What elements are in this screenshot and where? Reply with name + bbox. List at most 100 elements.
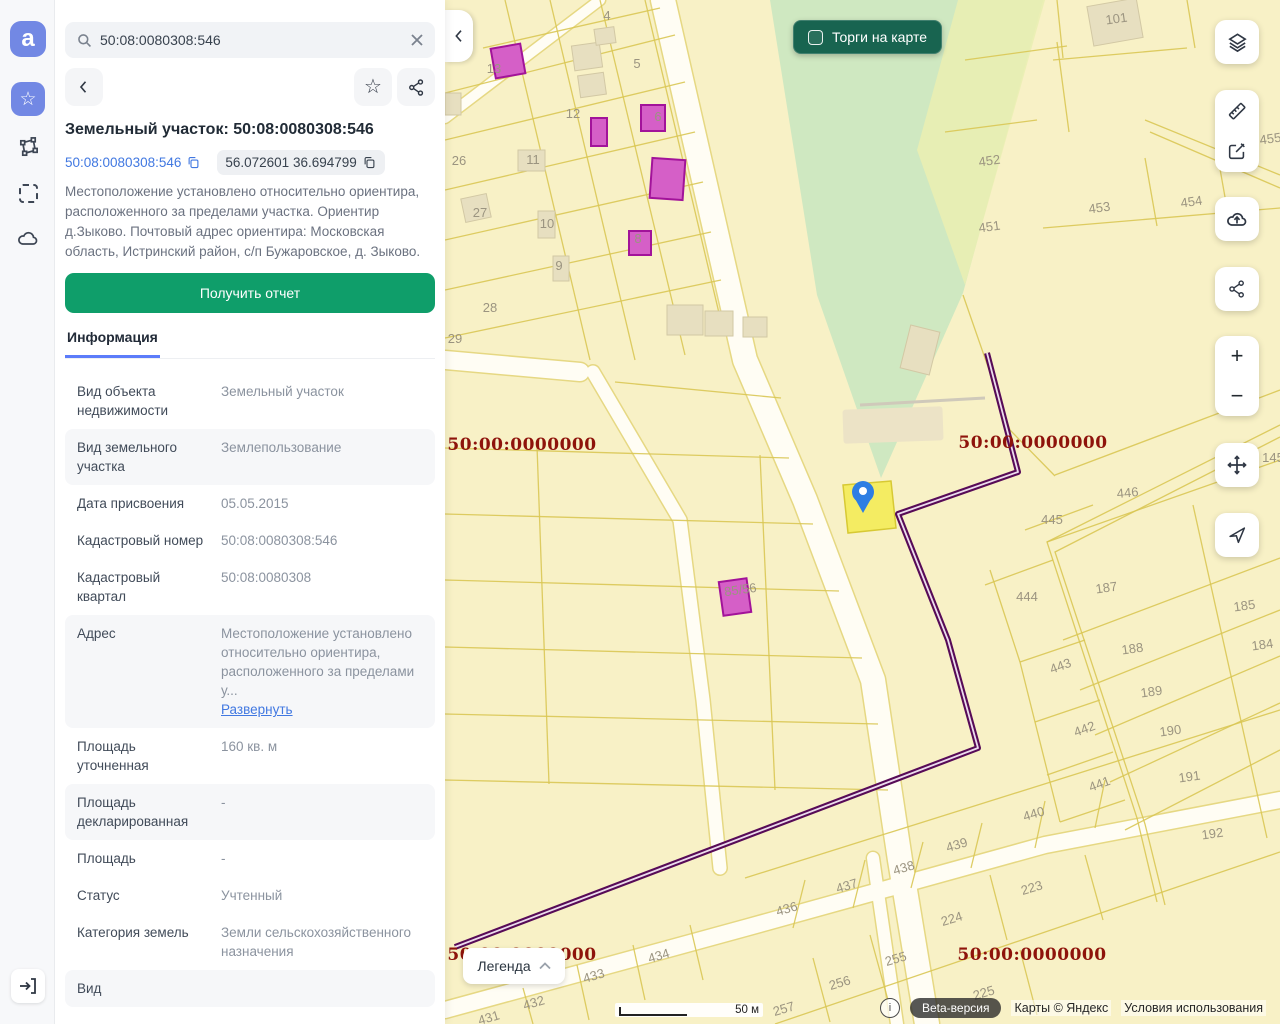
info-row: Площадь декларированная-: [65, 784, 435, 840]
info-label: Вид земельного участка: [77, 438, 209, 476]
copy-icon[interactable]: [362, 155, 377, 170]
expand-link[interactable]: Развернуть: [221, 702, 293, 717]
share-icon: [1227, 279, 1247, 299]
exit-button[interactable]: [11, 969, 45, 1003]
star-outline-icon: ☆: [364, 77, 382, 97]
sidebar-item-select-area[interactable]: [11, 176, 45, 210]
logo-glyph: a: [21, 27, 34, 51]
parcel-number: 101: [1105, 10, 1129, 28]
parcel-number: 191: [1178, 768, 1202, 786]
auctions-on-map-toggle[interactable]: Торги на карте: [793, 20, 942, 54]
sidebar-item-polygon-tool[interactable]: [11, 130, 45, 164]
info-value: Учтенный: [209, 886, 423, 905]
info-row: Дата присвоения05.05.2015: [65, 485, 435, 522]
info-table: Вид объекта недвижимостиЗемельный участо…: [65, 373, 435, 1007]
cadastral-number-chip[interactable]: 50:08:0080308:546: [65, 150, 209, 175]
pan-button[interactable]: [1215, 443, 1259, 487]
parcel-number: 192: [1201, 825, 1225, 843]
copyright-text: Карты © Яндекс: [1011, 1000, 1111, 1016]
parcel-number: 185: [1233, 597, 1257, 615]
parcel-number: 452: [978, 152, 1002, 170]
info-label: Кадастровый номер: [77, 531, 209, 550]
info-row: Кадастровый квартал50:08:0080308: [65, 559, 435, 615]
navigation-arrow-icon: [1226, 524, 1248, 546]
quarter-number-label: 50:00:0000000: [957, 945, 1106, 965]
app-logo[interactable]: a: [10, 21, 46, 57]
building: [667, 305, 703, 335]
chevron-up-icon: [539, 962, 551, 970]
info-value: Земли сельскохозяйственного назначения: [209, 923, 423, 961]
parcel-number: 446: [1116, 484, 1139, 501]
clear-search-icon[interactable]: [409, 32, 425, 48]
map-attribution: i Beta-версия Карты © Яндекс Условия исп…: [880, 998, 1266, 1018]
quarter-number-label: 50:00:0000000: [447, 435, 596, 455]
building-registered[interactable]: [591, 118, 607, 146]
edit-button[interactable]: [1215, 131, 1259, 171]
parcel-number: 188: [1121, 640, 1145, 658]
parcel-number: 190: [1159, 722, 1183, 740]
info-label: Статус: [77, 886, 209, 905]
parcel-number: 4: [603, 8, 610, 23]
info-label: Вид объекта недвижимости: [77, 382, 209, 420]
locate-button[interactable]: [1215, 513, 1259, 557]
zoom-in-button[interactable]: +: [1215, 336, 1259, 376]
share-button[interactable]: [397, 68, 435, 106]
auctions-checkbox[interactable]: [808, 30, 823, 45]
ruler-icon: [1226, 100, 1248, 122]
parcel-number: 10: [540, 216, 554, 231]
search-bar[interactable]: [65, 22, 435, 58]
object-description: Местоположение установлено относительно …: [65, 182, 435, 262]
parcel-number: 11: [526, 152, 540, 167]
map-scale: 50 м: [615, 1003, 763, 1017]
map-area[interactable]: 45131226112710928298685/5645245145345445…: [445, 0, 1280, 1024]
parcel-number: 145: [1262, 450, 1280, 465]
layers-button[interactable]: [1215, 20, 1259, 64]
sidebar-item-favorites[interactable]: ☆: [11, 82, 45, 116]
parcel-number: 184: [1251, 636, 1275, 654]
panel-header-row: ☆: [65, 68, 435, 106]
quarter-number-label: 50:00:0000000: [958, 433, 1107, 453]
favorite-button[interactable]: ☆: [354, 68, 392, 106]
info-row: Вид земельного участкаЗемлепользование: [65, 429, 435, 485]
upload-button[interactable]: [1215, 197, 1259, 241]
parcel-number: 27: [473, 205, 487, 220]
star-icon: ☆: [19, 88, 36, 111]
coordinates-chip[interactable]: 56.072601 36.694799: [217, 150, 384, 175]
ruler-button[interactable]: [1215, 91, 1259, 131]
building-registered[interactable]: [650, 158, 686, 200]
road: [445, 360, 580, 372]
share-icon: [407, 78, 426, 97]
map-canvas[interactable]: 45131226112710928298685/5645245145345445…: [445, 0, 1280, 1024]
scale-label: 50 м: [687, 1005, 759, 1016]
info-value: Земельный участок: [209, 382, 423, 420]
page-title: Земельный участок: 50:08:0080308:546: [65, 121, 435, 139]
building: [578, 72, 607, 97]
info-value: -: [209, 793, 423, 831]
select-area-icon: [19, 184, 38, 203]
back-button[interactable]: [65, 68, 103, 106]
parcel-number: 28: [483, 300, 497, 315]
building: [571, 42, 602, 71]
collapse-panel-button[interactable]: [445, 10, 473, 62]
terms-link[interactable]: Условия использования: [1121, 1000, 1266, 1016]
sidebar-item-cloud[interactable]: [11, 222, 45, 256]
parcel-number: 454: [1180, 193, 1204, 211]
zoom-out-button[interactable]: −: [1215, 376, 1259, 416]
search-input[interactable]: [100, 32, 403, 48]
copy-icon[interactable]: [186, 155, 201, 170]
parcel-number: 26: [452, 153, 466, 168]
legend-button[interactable]: Легенда: [463, 948, 565, 984]
map-share-button[interactable]: [1215, 267, 1259, 311]
info-row: Кадастровый номер50:08:0080308:546: [65, 522, 435, 559]
info-value: -: [209, 849, 423, 868]
info-icon[interactable]: i: [880, 998, 900, 1018]
tab-information[interactable]: Информация: [65, 329, 160, 358]
info-value: 50:08:0080308:546: [209, 531, 423, 550]
get-report-button[interactable]: Получить отчет: [65, 273, 435, 313]
info-row: Площадь-: [65, 840, 435, 877]
info-label: Площадь декларированная: [77, 793, 209, 831]
parcel-number: 13: [487, 61, 501, 76]
parcel-number: 9: [555, 258, 562, 273]
parcel-number: 5: [633, 56, 640, 71]
info-label: Адрес: [77, 624, 209, 719]
